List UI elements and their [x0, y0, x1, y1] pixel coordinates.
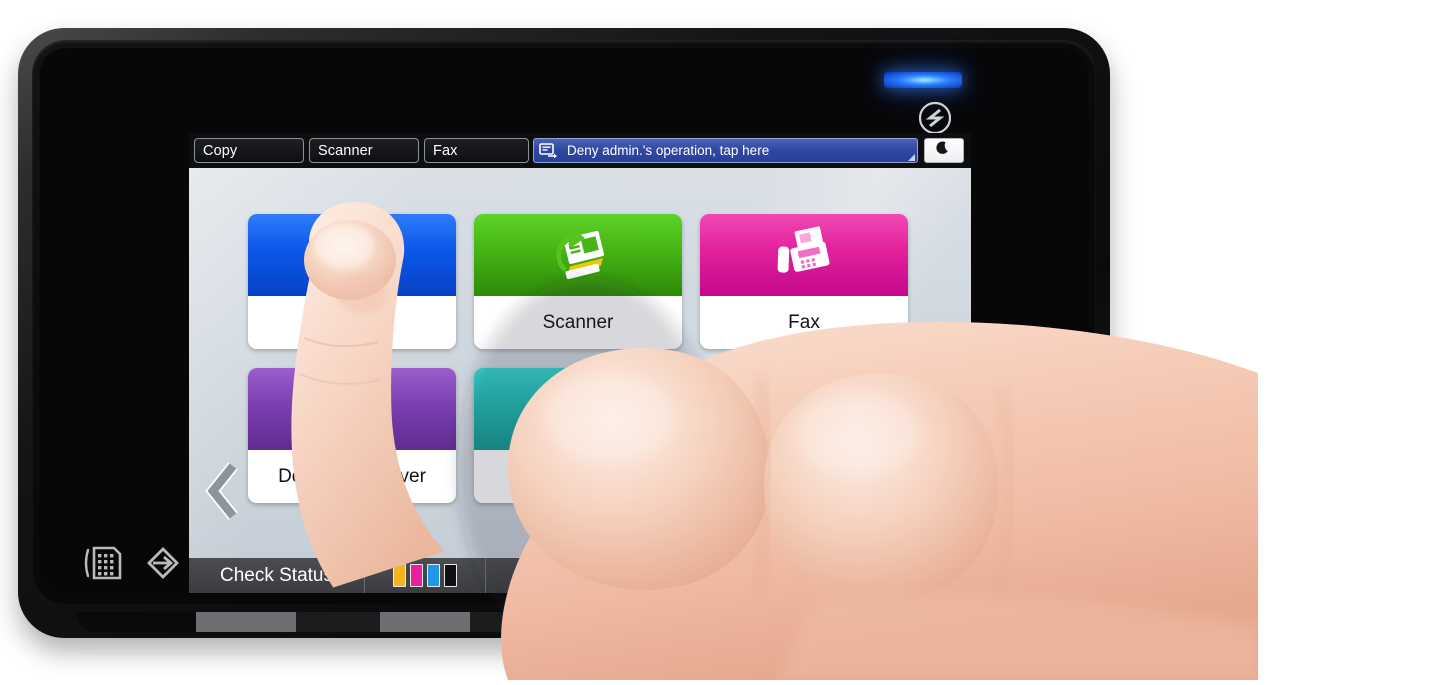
- chevron-left-icon[interactable]: [203, 460, 243, 522]
- sleep-mode-button[interactable]: [924, 138, 964, 163]
- nfc-smart-device-icon: [993, 316, 1085, 408]
- toner-magenta: [410, 564, 423, 587]
- tab-scanner[interactable]: Scanner: [309, 138, 419, 163]
- panel-bottom-edge: [76, 612, 996, 632]
- document-server-icon: [317, 376, 387, 443]
- notification-text: Deny admin.'s operation, tap here: [567, 143, 770, 158]
- tile-document-server-icon-area: [248, 368, 456, 450]
- tile-document-server[interactable]: Document Server: [248, 368, 456, 503]
- check-status-label: Check Status: [220, 564, 333, 586]
- tile-document-server-label: Document Server: [248, 450, 456, 503]
- status-led: [884, 72, 962, 88]
- toner-black: [444, 564, 457, 587]
- login-key-icon[interactable]: [140, 540, 186, 586]
- back-arrow-icon[interactable]: [486, 564, 606, 588]
- toner-yellow: [393, 564, 406, 587]
- mfp-control-panel: Copy Scanner Fax Deny admin.'s operation…: [18, 28, 1110, 638]
- tab-copy-label: Copy: [203, 143, 238, 159]
- tile-fax[interactable]: Fax: [700, 214, 908, 349]
- crescent-moon-icon: [936, 140, 952, 161]
- tile-fax-label: Fax: [700, 296, 908, 349]
- tile-scanner-label: Scanner: [474, 296, 682, 349]
- tile-copy[interactable]: [248, 214, 456, 349]
- tile-printer[interactable]: [474, 368, 682, 503]
- fax-icon: [769, 222, 839, 289]
- printer-icon: [543, 376, 613, 443]
- scanner-icon: [543, 222, 613, 289]
- touchscreen[interactable]: Copy Scanner Fax Deny admin.'s operation…: [189, 133, 971, 593]
- toner-cyan: [427, 564, 440, 587]
- screen-top-bar: Copy Scanner Fax Deny admin.'s operation…: [189, 133, 971, 168]
- message-transfer-icon: [539, 142, 561, 160]
- tab-fax-label: Fax: [433, 143, 458, 159]
- chevron-right-icon[interactable]: [917, 460, 957, 522]
- tile-fax-icon-area: [700, 214, 908, 296]
- copy-icon: [317, 222, 387, 289]
- toner-level-indicator[interactable]: [365, 564, 485, 587]
- tab-copy[interactable]: Copy: [194, 138, 304, 163]
- tile-copy-label: [248, 296, 456, 349]
- status-bar: Check Status: [189, 558, 971, 593]
- notification-banner[interactable]: Deny admin.'s operation, tap here: [533, 138, 918, 163]
- tile-scanner-icon-area: [474, 214, 682, 296]
- resize-corner-handle[interactable]: [908, 154, 915, 161]
- keypad-icon[interactable]: [80, 540, 126, 586]
- tile-scanner[interactable]: Scanner: [474, 214, 682, 349]
- tab-fax[interactable]: Fax: [424, 138, 529, 163]
- tile-printer-icon-area: [474, 368, 682, 450]
- check-status-button[interactable]: Check Status: [189, 565, 364, 587]
- tab-scanner-label: Scanner: [318, 143, 373, 159]
- home-screen: Scanner Fax Document Server: [189, 168, 971, 558]
- home-button[interactable]: [606, 558, 668, 593]
- tile-printer-label: [474, 450, 682, 503]
- tile-copy-icon-area: [248, 214, 456, 296]
